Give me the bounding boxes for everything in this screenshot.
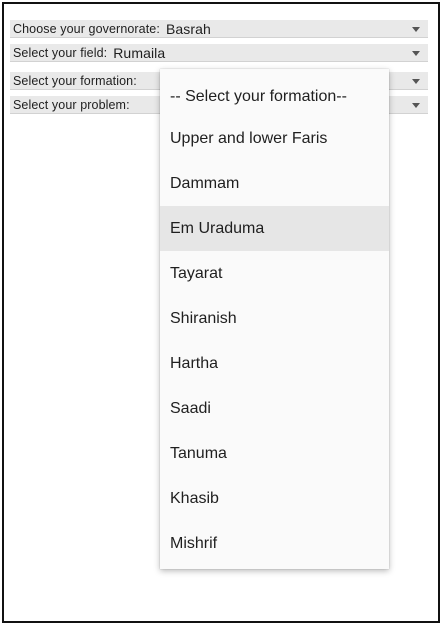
governorate-label: Choose your governorate: <box>13 21 160 36</box>
problem-label: Select your problem: <box>13 97 130 112</box>
formation-option[interactable]: Mishrif <box>160 521 389 566</box>
formation-label: Select your formation: <box>13 73 137 88</box>
formation-option[interactable]: Dammam <box>160 161 389 206</box>
formation-option[interactable]: Upper and lower Faris <box>160 116 389 161</box>
formation-option[interactable]: Hartha <box>160 341 389 386</box>
governorate-value: Basrah <box>165 20 211 37</box>
formation-option[interactable]: Tanuma <box>160 431 389 476</box>
chevron-down-icon[interactable] <box>412 50 420 56</box>
formation-option-placeholder[interactable]: -- Select your formation-- <box>160 74 389 119</box>
field-select[interactable]: Select your field: Rumaila <box>10 44 428 62</box>
formation-dropdown-menu: -- Select your formation-- Upper and low… <box>160 69 389 569</box>
formation-option[interactable]: Khasib <box>160 476 389 521</box>
chevron-down-icon[interactable] <box>412 102 420 108</box>
formation-option-highlighted[interactable]: Em Uraduma <box>160 206 389 251</box>
formation-option[interactable]: Tayarat <box>160 251 389 296</box>
field-value: Rumaila <box>113 44 166 61</box>
formation-option[interactable]: Saadi <box>160 386 389 431</box>
formation-option[interactable]: Shiranish <box>160 296 389 341</box>
field-label: Select your field: <box>13 45 108 60</box>
chevron-down-icon[interactable] <box>412 26 420 32</box>
chevron-down-icon[interactable] <box>412 78 420 84</box>
governorate-select[interactable]: Choose your governorate: Basrah <box>10 20 428 38</box>
